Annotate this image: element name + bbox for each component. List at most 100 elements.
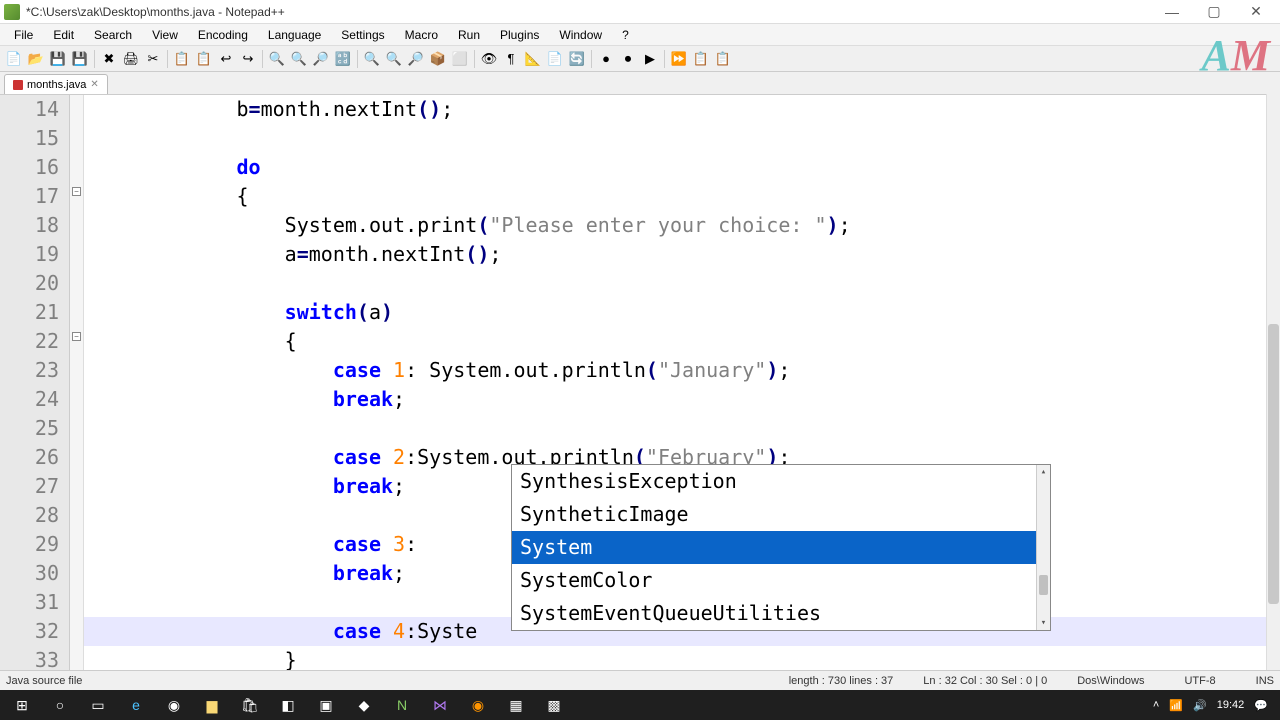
toolbar-button-4[interactable]: ✖ [99,49,119,69]
close-button[interactable]: ✕ [1236,2,1276,22]
menu-help[interactable]: ? [612,26,639,44]
toolbar-button-13[interactable]: 🔎 [311,49,331,69]
scroll-down-icon[interactable]: ▾ [1037,616,1050,630]
code-line[interactable]: } [84,646,1280,670]
edge-icon[interactable]: e [120,692,152,718]
tray-notifications-icon[interactable]: 💬 [1254,699,1268,712]
toolbar-button-14[interactable]: 🔡 [333,49,353,69]
tray-network-icon[interactable]: 📶 [1169,699,1183,712]
code-line[interactable]: do [84,153,1280,182]
fold-column[interactable]: − − [70,95,84,670]
code-line[interactable]: break; [84,385,1280,414]
firefox-icon[interactable]: ◉ [462,692,494,718]
code-line[interactable]: { [84,327,1280,356]
toolbar-button-22[interactable]: 📐 [523,49,543,69]
app-icon[interactable]: ▣ [310,692,342,718]
system-tray[interactable]: ˄ 📶 🔊 19:42 💬 [1153,699,1274,712]
toolbar-button-18[interactable]: 📦 [428,49,448,69]
menu-window[interactable]: Window [549,26,612,44]
menu-encoding[interactable]: Encoding [188,26,258,44]
toolbar-button-23[interactable]: 📄 [545,49,565,69]
code-line[interactable]: System.out.print("Please enter your choi… [84,211,1280,240]
tab-file[interactable]: months.java ✕ [4,74,108,94]
tray-chevron-icon[interactable]: ˄ [1153,699,1159,711]
autocomplete-scrollbar[interactable]: ▴ ▾ [1036,465,1050,630]
toolbar-button-21[interactable]: ¶ [501,49,521,69]
code-line[interactable]: { [84,182,1280,211]
windows-taskbar[interactable]: ⊞ ○ ▭ e ◉ ▆ 🛍 ◧ ▣ ◆ N ⋈ ◉ ▦ ▩ ˄ 📶 🔊 19:4… [0,690,1280,720]
code-area[interactable]: b=month.nextInt(); do { System.out.print… [84,95,1280,670]
toolbar-button-10[interactable]: ↪ [238,49,258,69]
autocomplete-item[interactable]: SystemColor [512,564,1050,597]
toolbar-button-3[interactable]: 💾 [70,49,90,69]
toolbar-button-5[interactable]: 🖨 [121,49,141,69]
vs-icon[interactable]: ⋈ [424,692,456,718]
toolbar-button-6[interactable]: ✂ [143,49,163,69]
tray-volume-icon[interactable]: 🔊 [1193,699,1207,712]
editor-scrollbar[interactable] [1266,94,1280,670]
toolbar-button-28[interactable]: ⏩ [669,49,689,69]
notepadpp-icon[interactable]: N [386,692,418,718]
autocomplete-item[interactable]: System [512,531,1050,564]
explorer-icon[interactable]: ▆ [196,692,228,718]
app-icon[interactable]: ▩ [538,692,570,718]
toolbar-button-29[interactable]: 📋 [691,49,711,69]
scroll-thumb[interactable] [1268,324,1279,604]
toolbar-button-16[interactable]: 🔍 [384,49,404,69]
toolbar-button-20[interactable]: 👁 [479,49,499,69]
code-line[interactable]: switch(a) [84,298,1280,327]
autocomplete-popup[interactable]: SynthesisExceptionSyntheticImageSystemSy… [511,464,1051,631]
app-icon[interactable]: ◧ [272,692,304,718]
app-icon[interactable]: ◆ [348,692,380,718]
menu-view[interactable]: View [142,26,188,44]
scroll-up-icon[interactable]: ▴ [1037,465,1050,479]
store-icon[interactable]: 🛍 [234,692,266,718]
toolbar-button-19[interactable]: ⬜ [450,49,470,69]
toolbar-button-26[interactable]: ⏺ [618,49,638,69]
menu-macro[interactable]: Macro [395,26,448,44]
scroll-thumb[interactable] [1039,575,1048,595]
fold-toggle-icon[interactable]: − [72,187,81,196]
menu-edit[interactable]: Edit [43,26,84,44]
toolbar-button-25[interactable]: ● [596,49,616,69]
toolbar-button-2[interactable]: 💾 [48,49,68,69]
toolbar-button-12[interactable]: 🔍 [289,49,309,69]
toolbar-button-0[interactable]: 📄 [4,49,24,69]
toolbar-button-7[interactable]: 📋 [172,49,192,69]
toolbar-button-8[interactable]: 📋 [194,49,214,69]
autocomplete-item[interactable]: SynthesisException [512,465,1050,498]
toolbar-button-1[interactable]: 📂 [26,49,46,69]
maximize-button[interactable]: ▢ [1194,2,1234,22]
start-button[interactable]: ⊞ [6,692,38,718]
menu-search[interactable]: Search [84,26,142,44]
code-line[interactable]: a=month.nextInt(); [84,240,1280,269]
code-line[interactable] [84,124,1280,153]
toolbar-button-30[interactable]: 📋 [713,49,733,69]
toolbar-button-11[interactable]: 🔍 [267,49,287,69]
fold-toggle-icon[interactable]: − [72,332,81,341]
autocomplete-item[interactable]: SystemEventQueueUtilities [512,597,1050,630]
code-line[interactable]: case 1: System.out.println("January"); [84,356,1280,385]
menu-settings[interactable]: Settings [331,26,394,44]
code-line[interactable]: b=month.nextInt(); [84,95,1280,124]
code-editor[interactable]: 1415161718192021222324252627282930313233… [0,94,1280,670]
menu-language[interactable]: Language [258,26,331,44]
app-icon[interactable]: ▦ [500,692,532,718]
toolbar-button-9[interactable]: ↩ [216,49,236,69]
tray-clock[interactable]: 19:42 [1217,699,1245,711]
autocomplete-item[interactable]: SyntheticImage [512,498,1050,531]
menu-run[interactable]: Run [448,26,490,44]
menu-file[interactable]: File [4,26,43,44]
chrome-icon[interactable]: ◉ [158,692,190,718]
toolbar-button-24[interactable]: 🔄 [567,49,587,69]
toolbar-button-15[interactable]: 🔍 [362,49,382,69]
toolbar-button-17[interactable]: 🔎 [406,49,426,69]
taskview-icon[interactable]: ▭ [82,692,114,718]
menu-plugins[interactable]: Plugins [490,26,549,44]
tab-close-icon[interactable]: ✕ [90,79,98,90]
toolbar-button-27[interactable]: ▶ [640,49,660,69]
cortana-icon[interactable]: ○ [44,692,76,718]
code-line[interactable] [84,414,1280,443]
code-line[interactable] [84,269,1280,298]
minimize-button[interactable]: — [1152,2,1192,22]
